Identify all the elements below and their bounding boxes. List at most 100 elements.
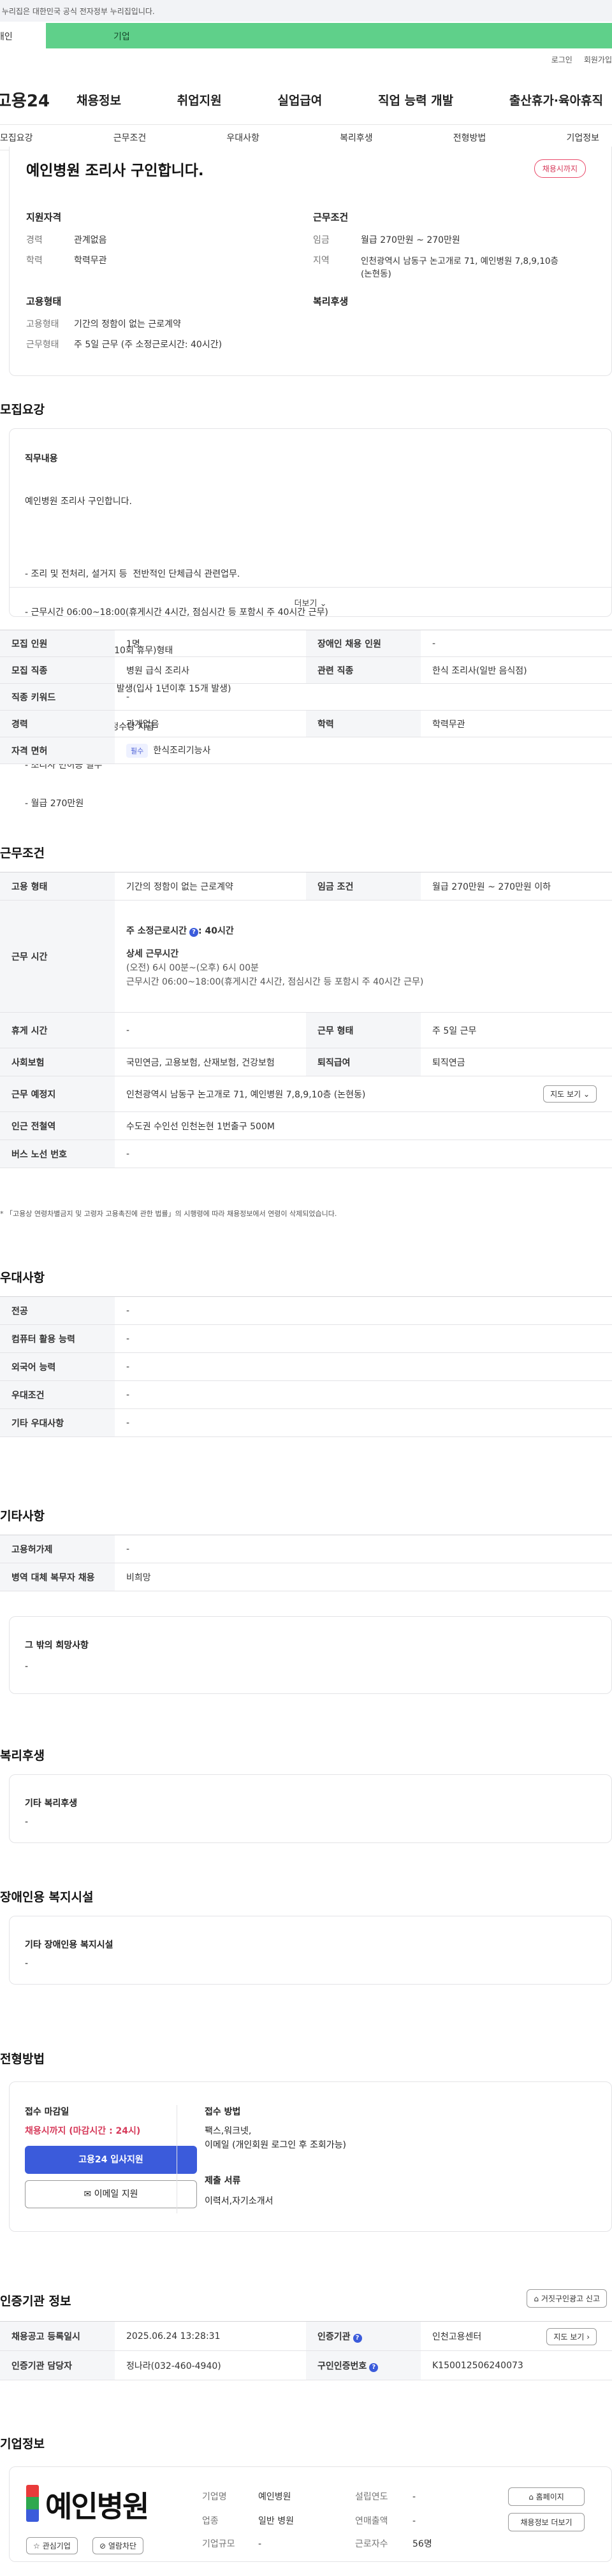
subnav-workcond[interactable]: 근무조건 — [113, 131, 147, 144]
emp-value: 기간의 정함이 없는 근로계약 — [115, 872, 306, 901]
lic-value: 필수 한식조리기능사 — [115, 737, 612, 764]
job-value: 병원 급식 조리사 — [115, 656, 306, 684]
bus-value: - — [115, 1140, 612, 1168]
join-link[interactable]: 회원가입 — [584, 54, 612, 65]
apply-button[interactable]: 고용24 입사지원 — [25, 2146, 197, 2174]
summary-wage: 임금 월급 270만원 ~ 270만원 — [313, 235, 460, 245]
block-button[interactable]: ⊘ 열람차단 — [92, 2537, 144, 2554]
place-value: 인천광역시 남동구 논고개로 71, 예인병원 7,8,9,10층 (논현동) 지… — [115, 1076, 612, 1112]
home-icon: ⌂ — [534, 2294, 539, 2303]
prefer-value: - — [115, 1408, 612, 1437]
star-icon: ☆ — [33, 2542, 40, 2551]
mgr-value: 정나라(032-460-4940) — [115, 2350, 306, 2380]
other-wish-value: - — [25, 1661, 29, 1672]
method-title: 접수 방법 — [205, 2107, 241, 2117]
subway-value: 수도권 수인선 인천논현 1번출구 500M — [115, 1111, 612, 1140]
rel-label: 관련 직종 — [306, 656, 421, 684]
rest-value: - — [115, 1012, 306, 1048]
company-logo: 예인병원 — [26, 2481, 157, 2527]
subnav-welfare[interactable]: 복리후생 — [340, 131, 373, 144]
email-apply-button[interactable]: ✉ 이메일 지원 — [25, 2180, 197, 2208]
subnav-company[interactable]: 기업정보 — [566, 131, 599, 144]
kw-value: - — [115, 683, 612, 711]
agency-table: 채용공고 등록일시 2025.06.24 13:28:31 인증기관? 인천고용… — [0, 2321, 612, 2380]
prefer-label: 기타 우대사항 — [0, 1408, 115, 1437]
welfare-box-value: - — [25, 1817, 29, 1827]
tab-company[interactable]: 기업 — [46, 23, 612, 48]
tab-personal[interactable]: 개인 — [0, 23, 46, 48]
exp-label: 경력 — [0, 710, 115, 737]
more-button[interactable]: 더보기 ⌄ — [10, 587, 611, 616]
gnb-menu: 채용정보 취업지원 실업급여 직업 능력 개발 출산휴가·육아휴직 — [76, 91, 612, 108]
section-welfare-title: 복리후생 — [0, 1749, 45, 1763]
sev-value: 퇴직연금 — [421, 1048, 612, 1076]
info-icon[interactable]: ? — [353, 2333, 362, 2343]
docs-title: 제출 서류 — [205, 2176, 241, 2186]
ins-value: 국민연금, 고용보험, 산재보험, 건강보험 — [115, 1048, 306, 1076]
emp-label: 고용 형태 — [0, 872, 115, 901]
summary-exp: 경력 관계없음 — [26, 235, 107, 245]
block-icon: ⊘ — [99, 2542, 106, 2551]
summary-emp: 고용형태 기간의 정함이 없는 근로계약 — [26, 319, 181, 329]
subnav-selection[interactable]: 전형방법 — [453, 131, 486, 144]
required-pill: 필수 — [126, 743, 149, 758]
agency-map-button[interactable]: 지도 보기 › — [546, 2328, 597, 2345]
kw-label: 직종 키워드 — [0, 683, 115, 711]
welfare-title: 복리후생 — [313, 296, 349, 307]
subnav-prefer[interactable]: 우대사항 — [226, 131, 259, 144]
prefer-value: - — [115, 1324, 612, 1353]
login-link[interactable]: 로그인 — [551, 54, 572, 65]
disabled-box-title: 기타 장애인용 복지시설 — [25, 1940, 113, 1950]
selection-card: 접수 마감일 채용시까지 (마감시간 : 24시) 고용24 입사지원 ✉ 이메… — [9, 2081, 612, 2232]
gnb-item-leave[interactable]: 출산휴가·육아휴직 — [509, 91, 603, 108]
info-icon[interactable]: ? — [369, 2363, 379, 2372]
summary-worktype: 근무형태 주 5일 근무 (주 소정근로시간: 40시간) — [26, 340, 222, 350]
section-etc-title: 기타사항 — [0, 1509, 45, 1523]
homepage-button[interactable]: ⌂ 홈페이지 — [508, 2487, 585, 2506]
section-agency-title: 인증기관 정보 — [0, 2294, 71, 2308]
etc-label: 고용허가제 — [0, 1535, 115, 1563]
mgr-label: 인증기관 담당자 — [0, 2350, 115, 2380]
cond-title: 근무조건 — [313, 212, 349, 223]
method-value: 팩스,워크넷, 이메일 (개인회원 로그인 후 조회가능) — [205, 2126, 346, 2150]
rest-label: 휴게 시간 — [0, 1012, 115, 1048]
gnb-item-employment-support[interactable]: 취업지원 — [177, 91, 222, 108]
more-jobs-button[interactable]: 채용정보 더보기 — [508, 2513, 585, 2531]
company-industry: 업종 일반 병원 — [202, 2516, 294, 2526]
gnb-item-training[interactable]: 직업 능력 개발 — [378, 91, 453, 108]
site-logo[interactable]: 고용24 — [0, 88, 76, 112]
form-label: 근무 형태 — [306, 1012, 421, 1048]
reg-label: 채용공고 등록일시 — [0, 2321, 115, 2351]
edu-value: 학력무관 — [421, 710, 612, 737]
prefer-table: 전공 - 컴퓨터 활용 능력 - 외국어 능력 - 우대조건 - 기타 우대사항 - — [0, 1296, 612, 1437]
sev-label: 퇴직급여 — [306, 1048, 421, 1076]
utility-links: 로그인 회원가입 — [551, 54, 612, 65]
place-label: 근무 예정지 — [0, 1076, 115, 1112]
prefer-label: 우대조건 — [0, 1380, 115, 1409]
welfare-card: 기타 복리후생 - — [9, 1774, 612, 1843]
deadline-title: 접수 마감일 — [25, 2107, 69, 2117]
prefer-label: 컴퓨터 활용 능력 — [0, 1324, 115, 1353]
global-nav: 고용24 채용정보 취업지원 실업급여 직업 능력 개발 출산휴가·육아휴직 — [0, 75, 612, 125]
subnav-recruit[interactable]: 모집요강 — [0, 131, 33, 144]
home-icon: ⌂ — [528, 2493, 534, 2501]
wage-value: 월급 270만원 ~ 270만원 이하 — [421, 872, 612, 901]
section-recruit-title: 모집요강 — [0, 403, 45, 417]
other-wish-title: 그 밖의 희망사항 — [25, 1640, 89, 1651]
gnb-item-unemployment[interactable]: 실업급여 — [277, 91, 322, 108]
time-value: 주 소정근로시간?: 40시간 상세 근무시간 (오전) 6시 00분~(오후)… — [115, 900, 612, 1013]
map-button[interactable]: 지도 보기 ⌄ — [543, 1085, 597, 1103]
logo-text: 예인병원 — [45, 2489, 149, 2524]
mail-icon: ✉ — [84, 2189, 92, 2199]
reg-value: 2025.06.24 13:28:31 — [115, 2321, 306, 2351]
company-year: 설립연도 - — [355, 2492, 416, 2502]
gnb-item-jobs[interactable]: 채용정보 — [76, 91, 121, 108]
chevron-down-icon: ⌄ — [583, 1090, 590, 1099]
workcond-table: 고용 형태 기간의 정함이 없는 근로계약 임금 조건 월급 270만원 ~ 2… — [0, 872, 612, 1168]
info-icon[interactable]: ? — [189, 927, 199, 937]
fav-company-button[interactable]: ☆ 관심기업 — [26, 2537, 78, 2554]
report-button[interactable]: ⌂ 거짓구인광고 신고 — [527, 2289, 607, 2308]
lic-label: 자격 면허 — [0, 737, 115, 764]
ins-label: 사회보험 — [0, 1048, 115, 1076]
etc-value: 비희망 — [115, 1563, 612, 1591]
